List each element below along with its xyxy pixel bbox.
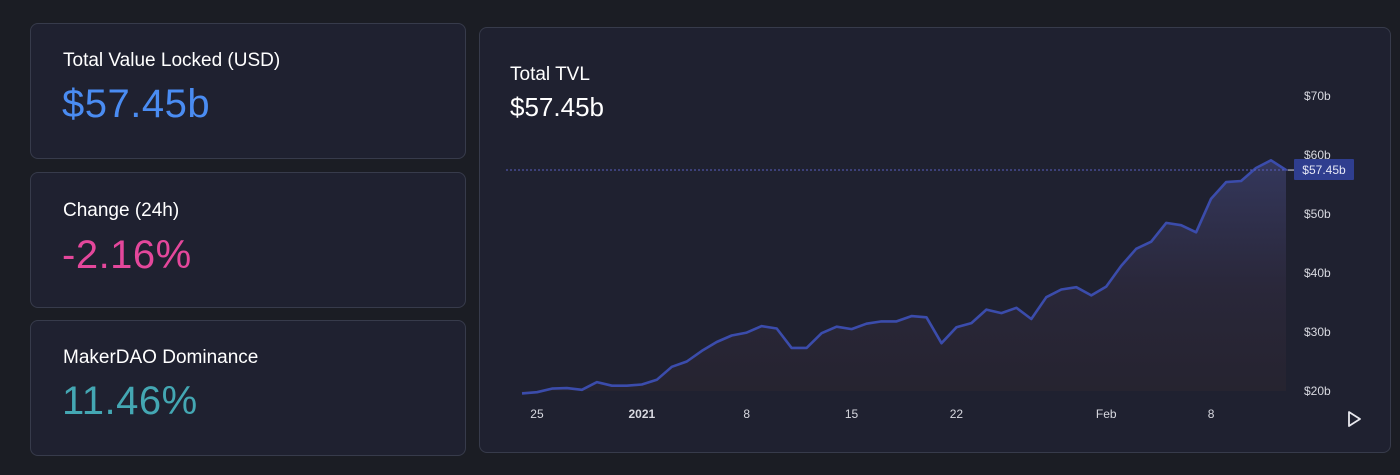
tvl-area-chart[interactable]: $20b$30b$40b$50b$60b$70b 25 2021 8 15 22 Feb 8… xyxy=(480,28,1390,452)
x-tick-label: 2021 xyxy=(628,407,655,421)
tvl-value: $57.45b xyxy=(62,82,211,126)
tvl-chart-card: Total TVL $57.45b $20b $30b $40b $50b $60b $7… xyxy=(479,27,1391,453)
x-tick-label: 22 xyxy=(950,407,964,421)
y-tick-label: $50b xyxy=(1304,207,1331,221)
dominance-label: MakerDAO Dominance xyxy=(63,347,259,368)
x-tick-label: 8 xyxy=(743,407,750,421)
x-tick-label: 15 xyxy=(845,407,859,421)
dominance-value: 11.46% xyxy=(62,379,198,423)
y-tick-label: $30b xyxy=(1304,325,1331,339)
y-tick-label: $40b xyxy=(1304,266,1331,280)
tvl-label: Total Value Locked (USD) xyxy=(63,50,281,71)
tvl-area-fill xyxy=(522,160,1286,394)
y-tick-label: $70b xyxy=(1304,89,1331,103)
x-tick-label: 25 xyxy=(530,407,544,421)
x-tick-label: Feb xyxy=(1096,407,1117,421)
change-value: -2.16% xyxy=(62,233,192,277)
x-tick-label: 8 xyxy=(1208,407,1215,421)
tvl-card: Total Value Locked (USD) $57.45b xyxy=(30,23,466,159)
y-tick-label: $20b xyxy=(1304,384,1331,398)
change-card: Change (24h) -2.16% xyxy=(30,172,466,308)
play-icon[interactable] xyxy=(1344,409,1364,429)
change-label: Change (24h) xyxy=(63,200,180,221)
current-value-label: $57.45b xyxy=(1302,163,1346,177)
dominance-card: MakerDAO Dominance 11.46% xyxy=(30,320,466,456)
